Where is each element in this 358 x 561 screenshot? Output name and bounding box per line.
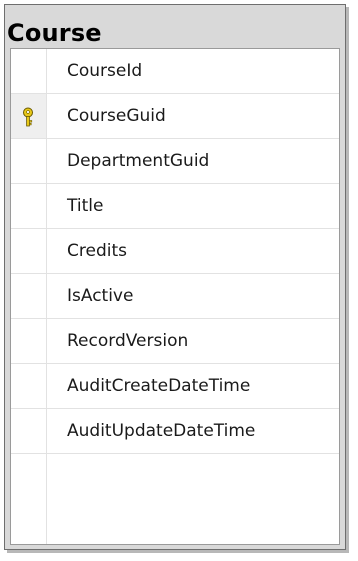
row-selector[interactable] xyxy=(11,139,47,183)
column-row[interactable]: CourseGuid xyxy=(11,94,339,139)
column-name: Title xyxy=(67,196,104,216)
column-name: AuditCreateDateTime xyxy=(67,376,251,396)
column-name: Credits xyxy=(67,241,127,261)
table-title[interactable]: Course xyxy=(7,18,102,48)
column-row[interactable]: IsActive xyxy=(11,274,339,319)
column-row[interactable]: CourseId xyxy=(11,49,339,94)
row-selector-empty xyxy=(11,454,47,544)
column-row[interactable]: RecordVersion xyxy=(11,319,339,364)
column-row[interactable]: AuditCreateDateTime xyxy=(11,364,339,409)
column-name: CourseId xyxy=(67,61,143,81)
row-selector[interactable] xyxy=(11,409,47,453)
column-grid: CourseId CourseGuid DepartmentGuid Title Cre… xyxy=(10,48,340,545)
row-selector[interactable] xyxy=(11,49,47,93)
row-selector[interactable] xyxy=(11,274,47,318)
row-selector[interactable] xyxy=(11,94,47,138)
column-name: DepartmentGuid xyxy=(67,151,210,171)
column-name: IsActive xyxy=(67,286,134,306)
row-selector[interactable] xyxy=(11,319,47,363)
row-selector[interactable] xyxy=(11,229,47,273)
key-icon xyxy=(23,107,33,127)
column-name: RecordVersion xyxy=(67,331,189,351)
empty-grid-area xyxy=(11,454,339,544)
column-row[interactable]: Title xyxy=(11,184,339,229)
column-row[interactable]: AuditUpdateDateTime xyxy=(11,409,339,454)
row-selector[interactable] xyxy=(11,364,47,408)
table-box-course[interactable]: Course CourseId CourseGuid DepartmentGuid T… xyxy=(4,4,346,550)
column-row[interactable]: Credits xyxy=(11,229,339,274)
column-name: CourseGuid xyxy=(67,106,166,126)
column-row[interactable]: DepartmentGuid xyxy=(11,139,339,184)
row-selector[interactable] xyxy=(11,184,47,228)
column-name: AuditUpdateDateTime xyxy=(67,421,256,441)
